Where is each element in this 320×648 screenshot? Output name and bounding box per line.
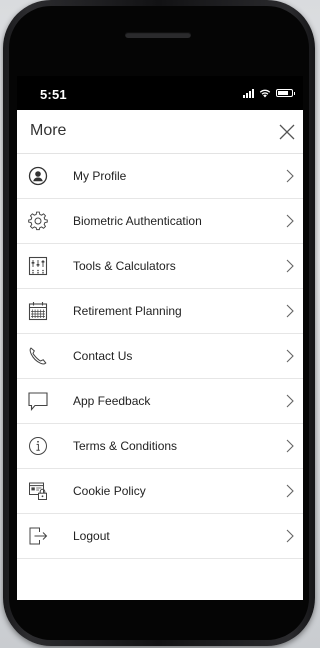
chevron-right-icon <box>286 394 294 408</box>
chevron-right-icon <box>286 439 294 453</box>
menu-item-tools-calculators[interactable]: Tools & Calculators <box>17 244 303 289</box>
chevron-right-icon <box>286 484 294 498</box>
menu-item-label: Tools & Calculators <box>73 259 176 273</box>
menu-item-label: My Profile <box>73 169 127 183</box>
gear-icon <box>28 211 48 231</box>
menu-item-contact-us[interactable]: Contact Us <box>17 334 303 379</box>
signal-icon <box>243 88 254 98</box>
menu-item-label: Logout <box>73 529 110 543</box>
menu-item-label: Retirement Planning <box>73 304 182 318</box>
chevron-right-icon <box>286 214 294 228</box>
menu-item-terms-conditions[interactable]: Terms & Conditions <box>17 424 303 469</box>
page-title: More <box>30 122 67 139</box>
menu-item-retirement-planning[interactable]: Retirement Planning <box>17 289 303 334</box>
chevron-right-icon <box>286 304 294 318</box>
menu-item-my-profile[interactable]: My Profile <box>17 154 303 199</box>
logout-icon <box>29 527 48 545</box>
page-header: More <box>17 110 303 154</box>
chevron-right-icon <box>286 349 294 363</box>
more-menu: My Profile Biometric Authentication Tool… <box>17 154 303 559</box>
chevron-right-icon <box>286 259 294 273</box>
phone-icon <box>29 347 47 365</box>
chevron-right-icon <box>286 169 294 183</box>
battery-icon <box>276 89 295 97</box>
battery-level-fill <box>278 91 288 95</box>
menu-item-label: Biometric Authentication <box>73 214 202 228</box>
speaker-grille <box>125 32 191 38</box>
menu-item-label: Terms & Conditions <box>73 439 178 453</box>
close-button[interactable] <box>275 120 299 144</box>
feedback-icon <box>28 392 48 411</box>
calculator-icon <box>28 256 48 276</box>
status-icons <box>243 87 295 99</box>
chevron-right-icon <box>286 529 294 543</box>
app-screen: 5:51 More My Profile Biometric Authentic… <box>17 76 303 600</box>
info-icon <box>29 437 47 455</box>
calendar-icon <box>28 302 48 321</box>
cookie-lock-icon <box>29 482 47 500</box>
status-bar: 5:51 <box>17 76 303 110</box>
menu-item-biometric-authentication[interactable]: Biometric Authentication <box>17 199 303 244</box>
menu-item-label: Cookie Policy <box>73 484 146 498</box>
menu-item-label: App Feedback <box>73 394 151 408</box>
menu-item-logout[interactable]: Logout <box>17 514 303 559</box>
menu-item-cookie-policy[interactable]: Cookie Policy <box>17 469 303 514</box>
wifi-icon <box>259 89 271 97</box>
menu-item-label: Contact Us <box>73 349 133 363</box>
menu-item-app-feedback[interactable]: App Feedback <box>17 379 303 424</box>
profile-icon <box>28 166 48 186</box>
status-time: 5:51 <box>40 87 67 102</box>
close-icon <box>279 124 295 140</box>
